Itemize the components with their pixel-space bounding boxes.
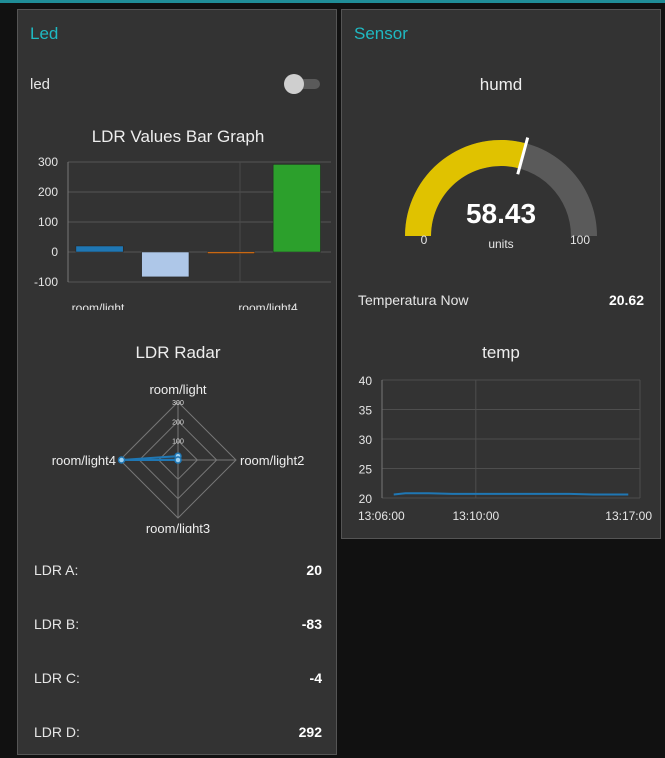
ldr-d-label: LDR D: (34, 724, 80, 740)
line-y-tick-label: 40 (359, 374, 373, 388)
bar-x-tick-label: room/light (72, 301, 125, 310)
radar-scale-label: 300 (172, 400, 184, 407)
gauge-max-label: 100 (570, 233, 590, 247)
ldr-c-label: LDR C: (34, 670, 80, 686)
bar-room-light (75, 245, 124, 253)
bar-y-tick-label: 0 (51, 245, 58, 259)
radar-point-room-light3 (174, 456, 182, 464)
bar-y-tick-label: -100 (34, 275, 58, 289)
line-y-tick-label: 30 (359, 433, 373, 447)
radar-series-area (121, 455, 179, 461)
group-title-led: Led (30, 24, 59, 43)
line-x-tick-label: 13:10:00 (452, 509, 499, 523)
line-y-tick-label: 25 (359, 463, 373, 477)
bar-room-light3 (207, 251, 255, 254)
bar-x-tick-label: room/light4 (238, 301, 298, 310)
bar-y-tick-label: 100 (38, 215, 58, 229)
temperature-now-value: 20.62 (608, 292, 644, 308)
radar-axis-label: room/light3 (146, 521, 210, 533)
bar-chart-title: LDR Values Bar Graph (91, 127, 265, 146)
top-accent-bar (0, 0, 665, 3)
radar-scale-label: 100 (172, 439, 184, 446)
radar-axis-label: room/light2 (240, 453, 304, 468)
line-y-tick-label: 35 (359, 404, 373, 418)
ldr-d-value: 292 (298, 724, 322, 740)
sensor-group-panel: Sensor humd 58.43 units 0 100 Temperatura N… (341, 9, 661, 539)
led-group-panel: Led led LDR Values Bar Graph 300 200 100 0 -… (17, 9, 337, 755)
gauge-min-label: 0 (421, 233, 428, 247)
temp-chart-title: temp (482, 343, 520, 362)
radar-chart-title: LDR Radar (135, 343, 221, 362)
ldr-b-value: -83 (301, 616, 322, 632)
line-x-tick-label: 13:06:00 (358, 509, 405, 523)
radar-axis-label: room/light (149, 382, 206, 397)
group-title-sensor: Sensor (354, 24, 408, 43)
bar-room-light4 (272, 164, 321, 253)
temp-series-line (393, 492, 629, 496)
bar-y-tick-label: 300 (38, 155, 58, 169)
line-x-tick-label: 13:17:00 (605, 509, 652, 523)
ldr-c-value: -4 (309, 670, 322, 686)
led-toggle-switch[interactable] (284, 74, 320, 94)
temp-line-chart: 40 35 30 25 20 13:06:00 13:10:00 13:17:00 (358, 374, 652, 523)
gauge-title: humd (479, 75, 523, 94)
temperature-now-label: Temperatura Now (358, 292, 469, 308)
radar-point-room-light4 (117, 456, 126, 464)
radar-scale-label: 200 (172, 419, 184, 426)
bar-y-tick-label: 200 (38, 185, 58, 199)
bar-chart: 300 200 100 0 -100 room/light room/light4 (34, 155, 331, 310)
radar-axis-label: room/light4 (52, 453, 116, 468)
bar-room-light2 (141, 251, 190, 278)
toggle-knob[interactable] (284, 74, 304, 94)
gauge-units: units (488, 237, 513, 251)
gauge-value: 58.43 (466, 198, 536, 229)
line-y-tick-label: 20 (359, 492, 373, 506)
ldr-b-label: LDR B: (34, 616, 80, 632)
led-switch-label: led (30, 76, 51, 93)
ldr-a-label: LDR A: (34, 562, 79, 578)
radar-chart: 300 200 100 room/light room/light2 room/light… (52, 382, 305, 533)
humidity-gauge: 58.43 units 0 100 (405, 137, 597, 251)
ldr-a-value: 20 (306, 562, 322, 578)
